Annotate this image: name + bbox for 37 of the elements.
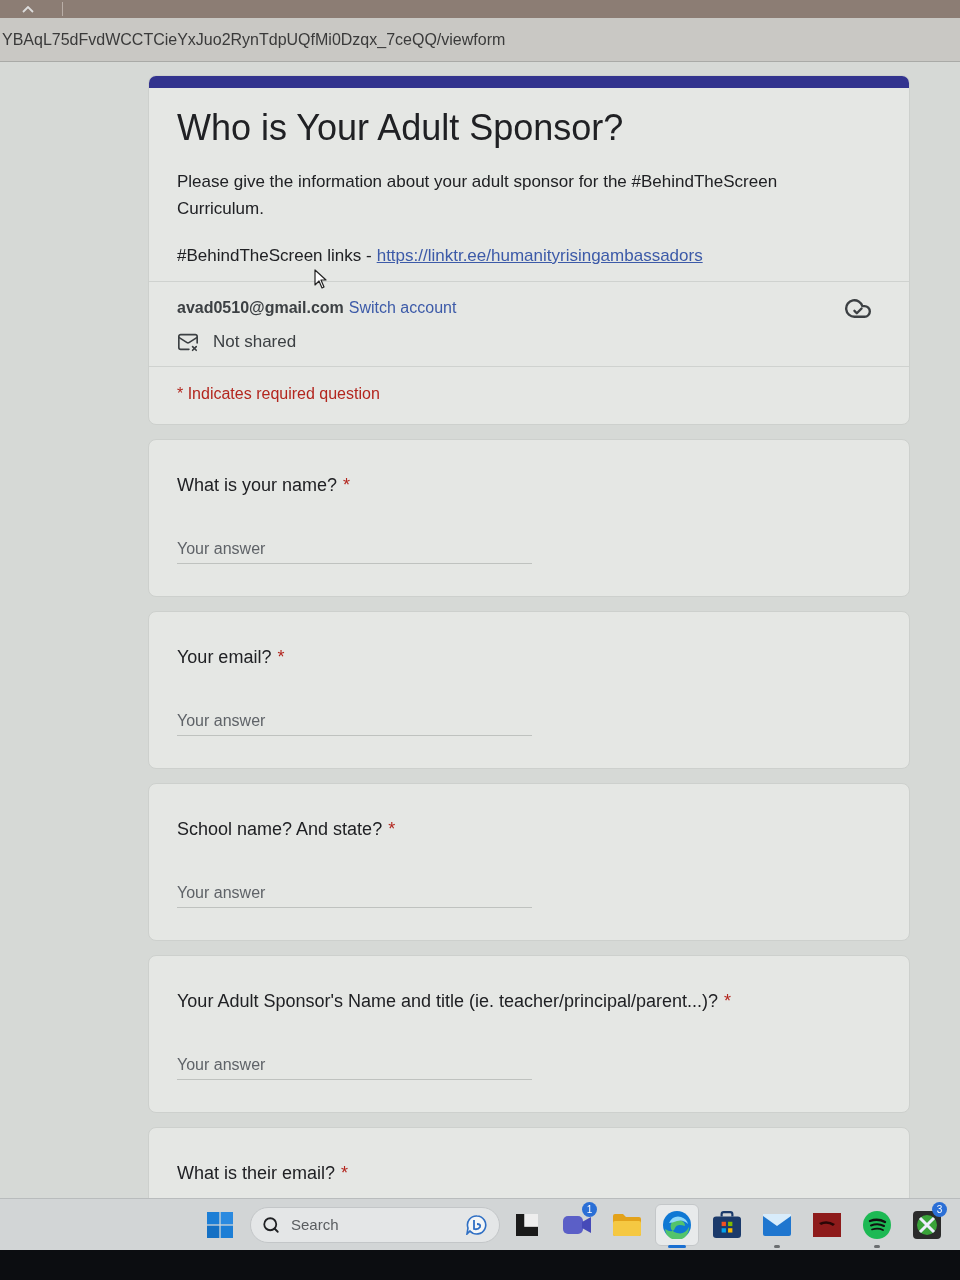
answer-field[interactable]: Your answer	[177, 878, 532, 908]
answer-field[interactable]: Your answer	[177, 706, 532, 736]
mouse-pointer-icon	[314, 269, 328, 289]
answer-field[interactable]: Your answer	[177, 1050, 532, 1080]
required-mark: *	[277, 646, 285, 669]
required-note: * Indicates required question	[177, 384, 381, 404]
swirl-icon	[663, 1210, 691, 1239]
switch-account-link[interactable]: Switch account	[348, 296, 457, 320]
circle-arcs-icon	[863, 1210, 891, 1239]
form-title: Who is Your Adult Sponsor?	[177, 106, 625, 150]
notification-badge: 3	[932, 1201, 947, 1217]
form-description: Please give the information about your adult sponsor for the #BehindTheScreen Curriculum.	[177, 171, 779, 220]
notification-badge: 1	[582, 1201, 597, 1217]
address-field[interactable]: YBAqL75dFvdWCCTCieYxJuo2RynTdpUQfMi0Dzqx_7ceQQ/viewform	[0, 18, 960, 62]
question-text: What is their email?	[177, 1162, 336, 1185]
question-text: What is your name?	[177, 474, 338, 497]
chevron-up-icon	[22, 5, 34, 13]
windows-logo-icon	[207, 1211, 233, 1238]
sharing-status: Not shared	[213, 331, 297, 354]
cloud-check-icon	[845, 298, 871, 318]
required-mark: *	[341, 1162, 349, 1185]
links-text: #BehindTheScreen links - https://linktr.ee/humanityrisingambassadors	[177, 245, 704, 267]
answer-field[interactable]: Your answer	[177, 534, 532, 564]
shopping-bag-icon	[713, 1210, 741, 1239]
squares-icon	[516, 1213, 538, 1236]
linktree-link[interactable]: https://linktr.ee/humanityrisingambassadors	[376, 246, 703, 265]
mail-x-icon	[177, 331, 199, 353]
required-mark: *	[343, 474, 351, 497]
question-text: School name? And state?	[177, 818, 383, 841]
account-email: avad0510@gmail.com	[177, 298, 344, 318]
question-text: Your email?	[177, 646, 272, 669]
app-tile-icon	[813, 1210, 841, 1239]
question-text: Your Adult Sponsor's Name and title (ie. teacher/principal/parent...)?	[177, 990, 719, 1013]
search-field[interactable]: Search	[250, 1206, 500, 1243]
search-icon	[262, 1215, 280, 1234]
required-mark: *	[724, 990, 732, 1013]
required-mark: *	[388, 818, 396, 841]
